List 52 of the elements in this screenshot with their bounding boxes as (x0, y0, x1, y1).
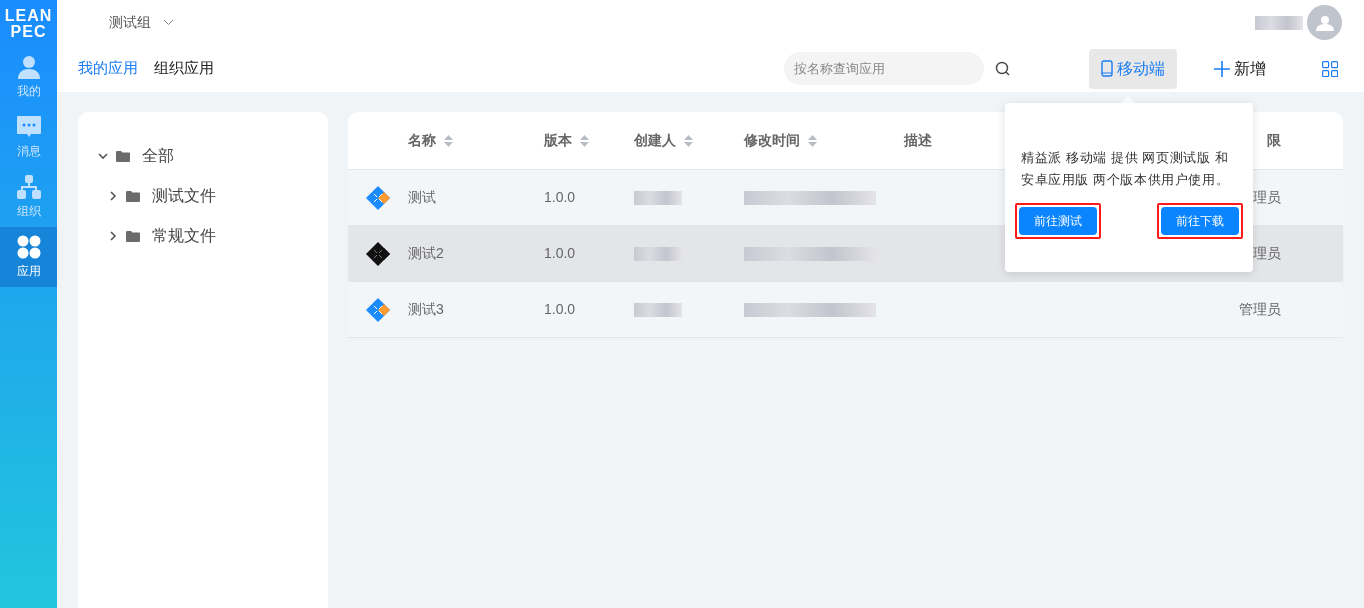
table-cell-text: 1.0.0 (544, 244, 577, 263)
table-cell-text: 理员 (1253, 188, 1281, 207)
blurred-text (634, 190, 682, 205)
chevron-down-icon (163, 19, 174, 26)
group-selector[interactable]: 测试组 (109, 12, 174, 33)
user-icon (16, 54, 41, 79)
grid-view-icon[interactable] (1322, 60, 1338, 77)
search-icon[interactable] (995, 60, 1011, 77)
folder-icon (116, 150, 130, 162)
chevron-right-icon[interactable] (108, 231, 118, 241)
blurred-text (1255, 15, 1303, 30)
apps-icon (16, 234, 41, 259)
column-header: 创建人 (634, 131, 676, 150)
column-header: 名称 (408, 131, 436, 150)
popover-button[interactable]: 前往测试 (1019, 207, 1097, 235)
org-chart-icon (16, 174, 41, 199)
search-field[interactable]: 按名称查询应用 (784, 52, 984, 85)
chat-icon (15, 114, 42, 139)
table-cell-text: 测试 (408, 188, 437, 207)
puzzle-icon (366, 241, 390, 266)
sidebar-item[interactable]: 我的 (0, 47, 57, 107)
folder-label[interactable]: 全部 (142, 144, 174, 168)
tab[interactable]: 我的应用 (78, 57, 138, 80)
table-cell-text: 测试2 (408, 244, 445, 263)
folder-label[interactable]: 测试文件 (152, 184, 216, 208)
puzzle-icon (366, 297, 390, 322)
table-cell-text: 管理员 (1239, 300, 1281, 319)
tab[interactable]: 组织应用 (154, 57, 214, 80)
sidebar-item[interactable]: 应用 (0, 227, 57, 287)
table-cell-text: 理员 (1253, 244, 1281, 263)
phone-icon (1101, 60, 1113, 77)
puzzle-icon (366, 185, 390, 210)
logo: LEAN PEC (3, 5, 54, 42)
column-header: 版本 (544, 131, 572, 150)
user-icon (1315, 14, 1334, 31)
mobile-button[interactable]: 移动端 (1089, 48, 1177, 89)
folder-icon (126, 190, 140, 202)
column-header: 描述 (904, 131, 932, 150)
folder-label[interactable]: 常规文件 (152, 224, 216, 248)
chevron-down-icon[interactable] (98, 151, 108, 161)
table-cell-text: 测试3 (408, 300, 445, 319)
blurred-text (634, 246, 682, 261)
column-header: 修改时间 (744, 131, 800, 150)
column-header: 限 (1267, 131, 1281, 150)
table-cell-text: 1.0.0 (544, 300, 577, 319)
plus-icon (1214, 60, 1230, 77)
chevron-right-icon[interactable] (108, 191, 118, 201)
blurred-text (634, 302, 682, 317)
folder-icon (126, 230, 140, 242)
popover-button[interactable]: 前往下载 (1161, 207, 1239, 235)
add-button[interactable]: 新增 (1214, 56, 1266, 81)
table-cell-text: 1.0.0 (544, 188, 577, 207)
